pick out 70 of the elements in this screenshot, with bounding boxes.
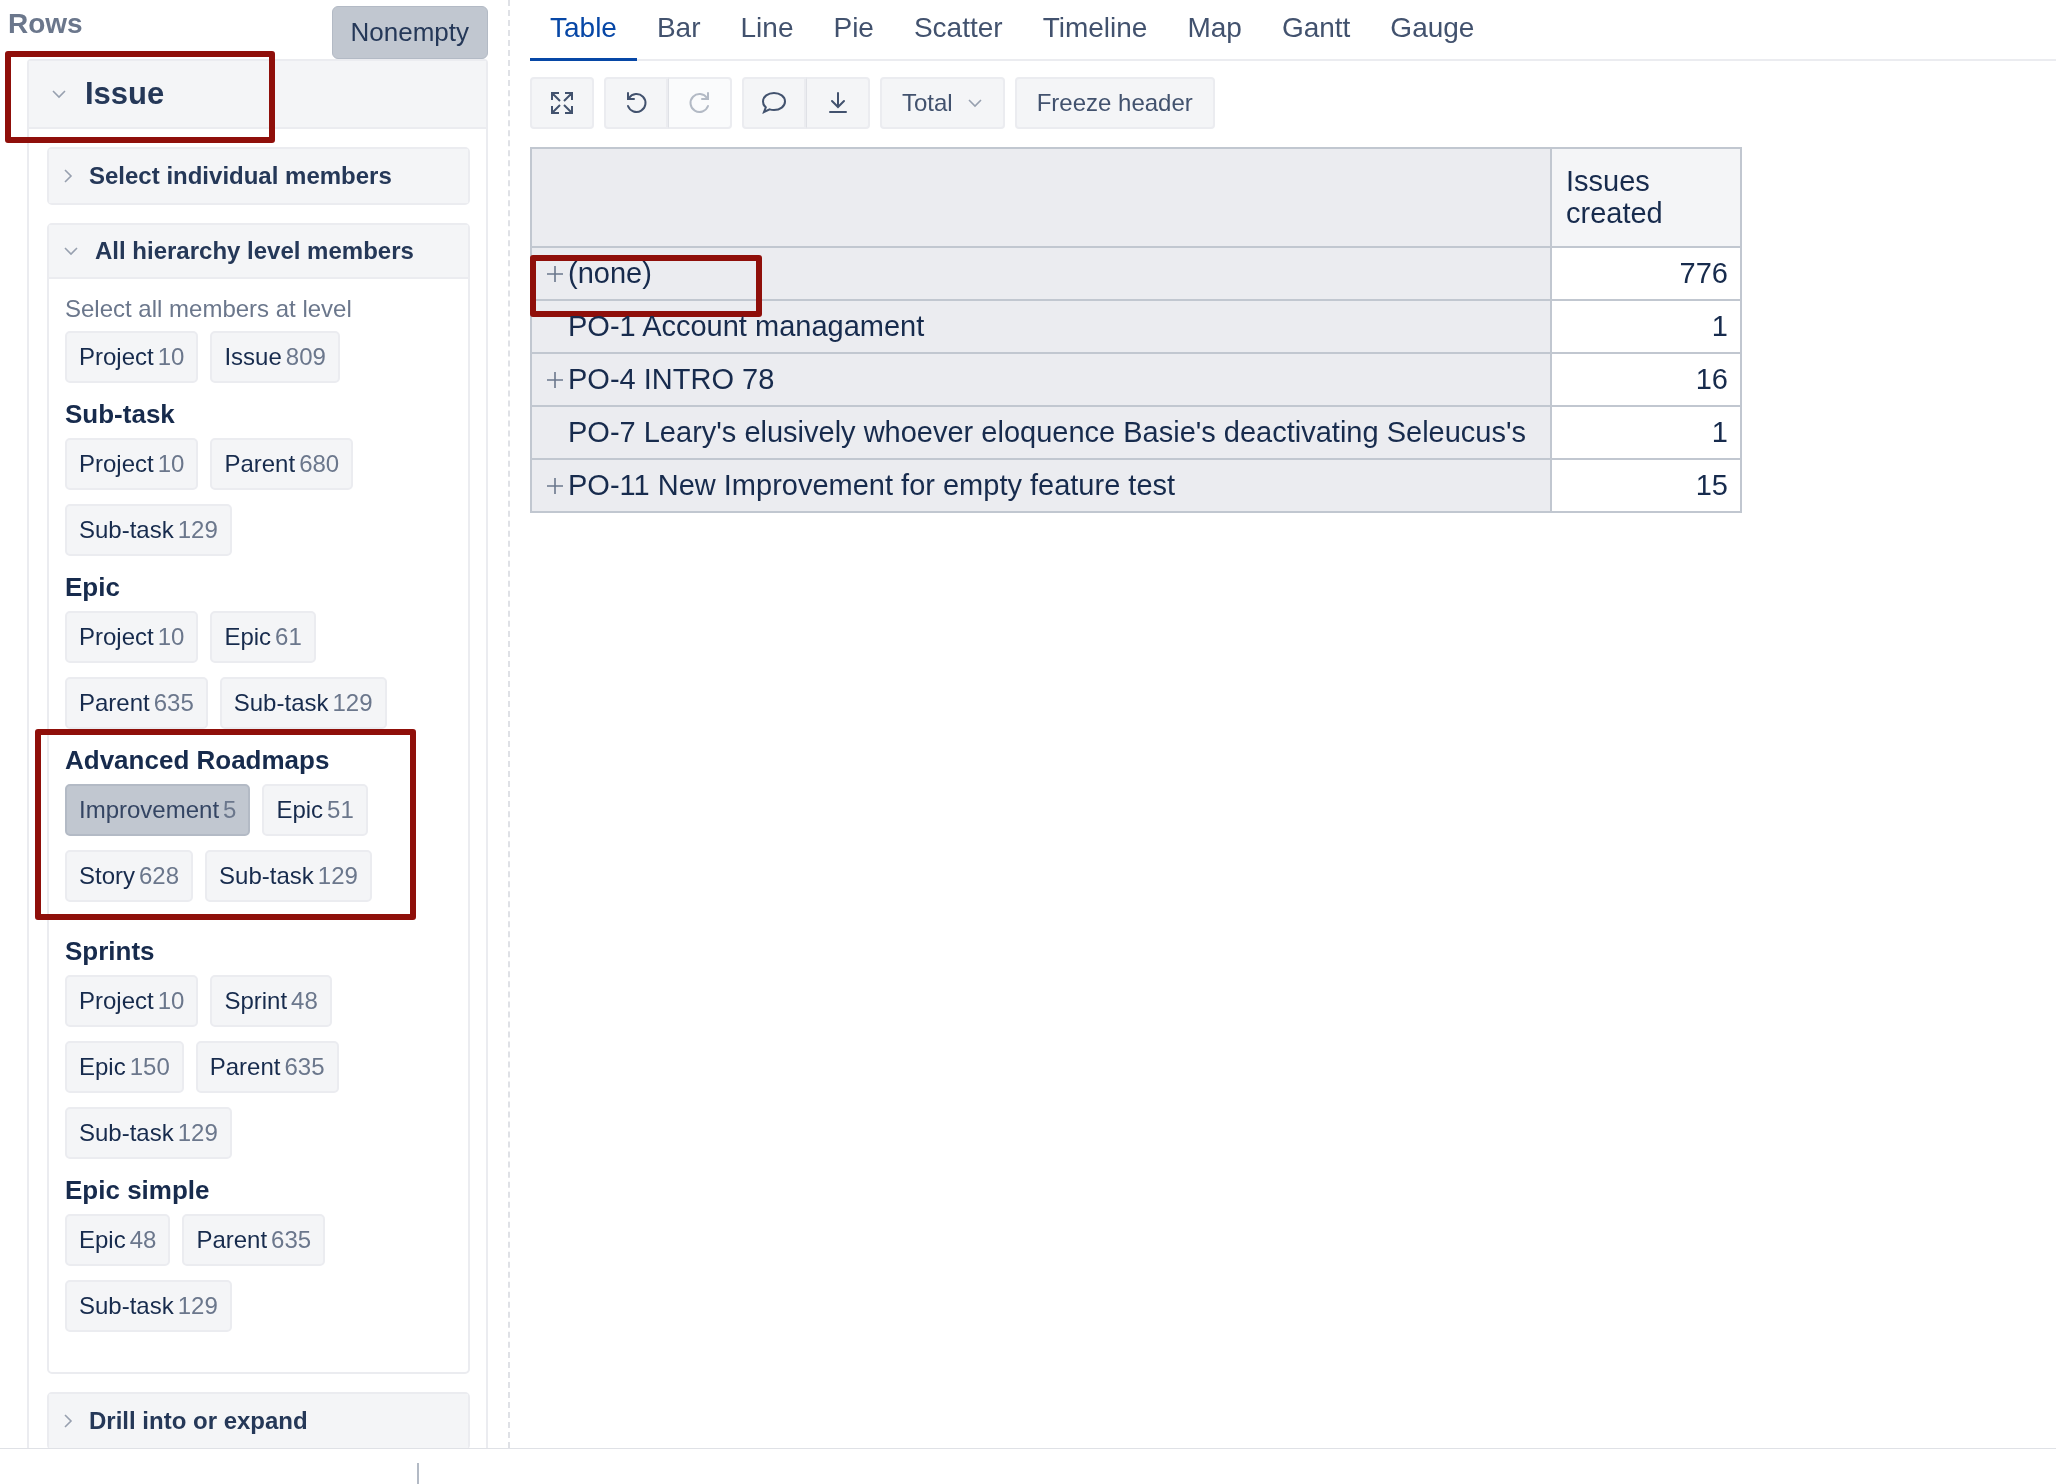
total-dropdown[interactable]: Total: [880, 77, 1005, 129]
hint-text: Select all members at level: [65, 295, 353, 323]
undo-button[interactable]: [604, 77, 668, 129]
view-tab[interactable]: Gantt: [1261, 0, 1371, 61]
level-chip[interactable]: Epic 150: [65, 1041, 184, 1093]
level-chip[interactable]: Sub-task 129: [65, 1107, 232, 1159]
view-tab[interactable]: Bar: [636, 0, 721, 61]
expand-arrows-icon: [549, 90, 575, 116]
column-header: Issues created: [1551, 148, 1741, 247]
nonempty-toggle[interactable]: Nonempty: [331, 6, 488, 59]
plus-icon[interactable]: [546, 370, 564, 389]
level-chip[interactable]: Project 10: [65, 975, 199, 1027]
level-chip[interactable]: Parent 635: [195, 1041, 339, 1093]
value-cell: 1: [1551, 406, 1741, 459]
row-label: PO-7 Leary's elusively whoever eloquence Basie's deactivating Seleucus's: [568, 416, 1527, 449]
expand-button[interactable]: [530, 77, 594, 129]
comment-button[interactable]: [742, 77, 806, 129]
level-chip[interactable]: Epic 51: [262, 784, 368, 836]
level-chip[interactable]: Sub-task 129: [205, 850, 372, 902]
view-tab[interactable]: Timeline: [1022, 0, 1168, 61]
view-tab[interactable]: Map: [1167, 0, 1262, 61]
value-cell: 15: [1551, 459, 1741, 512]
level-heading: Advanced Roadmaps: [65, 745, 331, 776]
view-tab[interactable]: Pie: [813, 0, 894, 61]
value-cell: 776: [1551, 247, 1741, 300]
level-chip[interactable]: Parent 635: [182, 1214, 326, 1266]
chevron-down-icon: [63, 246, 79, 256]
level-chip[interactable]: Sprint 48: [210, 975, 332, 1027]
level-chip[interactable]: Epic 61: [210, 611, 316, 663]
level-heading: Sprints: [65, 936, 156, 967]
chevron-down-icon: [966, 98, 983, 108]
view-tab[interactable]: Scatter: [893, 0, 1023, 61]
level-chip[interactable]: Story 628: [65, 850, 194, 902]
level-chip[interactable]: Project 10: [65, 438, 199, 490]
row-label: PO-11 New Improvement for empty feature test: [568, 469, 1176, 502]
value-cell: 16: [1551, 353, 1741, 406]
view-tab[interactable]: Line: [720, 0, 814, 61]
row-label: PO-1 Account managament: [568, 310, 925, 343]
view-tab[interactable]: Gauge: [1370, 0, 1495, 61]
view-tab[interactable]: Table: [530, 0, 637, 61]
level-chip[interactable]: Project 10: [65, 611, 199, 663]
level-heading: Sub-task: [65, 399, 176, 430]
section-header[interactable]: Drill into or expand: [49, 1394, 468, 1448]
row-label: (none): [568, 257, 652, 290]
level-chip[interactable]: Improvement 5: [65, 784, 251, 836]
chevron-right-icon: [63, 168, 73, 184]
level-heading: Epic: [65, 572, 121, 603]
level-chip[interactable]: Project 10: [65, 331, 199, 383]
level-chip[interactable]: Epic 48: [65, 1214, 171, 1266]
download-button[interactable]: [806, 77, 870, 129]
level-heading: Epic simple: [65, 1175, 211, 1206]
dimension-header[interactable]: Issue: [29, 61, 486, 129]
level-chip[interactable]: Issue 809: [210, 331, 340, 383]
section-header[interactable]: Select individual members: [49, 149, 468, 203]
level-chip[interactable]: Sub-task 129: [219, 677, 387, 729]
level-chip[interactable]: Parent 680: [210, 438, 354, 490]
chevron-down-icon: [51, 89, 67, 99]
panel-title: Rows: [8, 8, 83, 40]
plus-icon[interactable]: [546, 476, 564, 495]
plus-icon[interactable]: [546, 264, 564, 283]
row-label: PO-4 INTRO 78: [568, 363, 775, 396]
comment-icon: [760, 90, 788, 116]
dimension-title: Issue: [85, 76, 165, 112]
level-chip[interactable]: Sub-task 129: [65, 504, 232, 556]
freeze-header-button[interactable]: Freeze header: [1014, 77, 1215, 129]
chevron-right-icon: [63, 1413, 73, 1429]
section-header[interactable]: All hierarchy level members: [49, 225, 468, 279]
value-cell: 1: [1551, 300, 1741, 353]
level-chip[interactable]: Sub-task 129: [65, 1280, 232, 1332]
level-chip[interactable]: Parent 635: [65, 677, 208, 729]
